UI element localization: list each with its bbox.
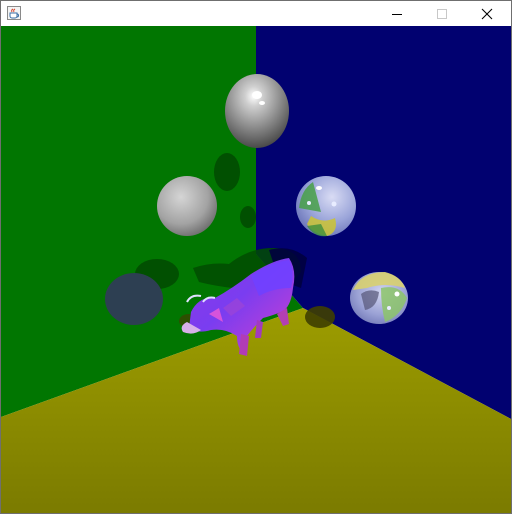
minimize-icon	[392, 14, 402, 15]
metal-sphere-highlight	[259, 101, 265, 105]
java-cup-icon	[6, 5, 22, 21]
minimize-button[interactable]	[374, 1, 419, 26]
app-window	[0, 0, 512, 514]
close-button[interactable]	[464, 1, 509, 26]
shadow	[305, 306, 335, 328]
shadow	[240, 206, 256, 228]
title-bar[interactable]	[1, 1, 511, 26]
dark-disk	[105, 273, 163, 325]
metal-sphere	[225, 74, 289, 148]
matte-sphere	[157, 176, 217, 236]
raytraced-scene[interactable]	[1, 26, 511, 513]
glass-sphere-right	[350, 272, 408, 324]
close-icon	[481, 8, 493, 20]
glass-sphere-upper	[296, 176, 356, 237]
maximize-button[interactable]	[419, 1, 464, 26]
maximize-icon	[437, 9, 447, 19]
shadow	[214, 153, 240, 191]
metal-sphere-highlight	[252, 91, 262, 99]
